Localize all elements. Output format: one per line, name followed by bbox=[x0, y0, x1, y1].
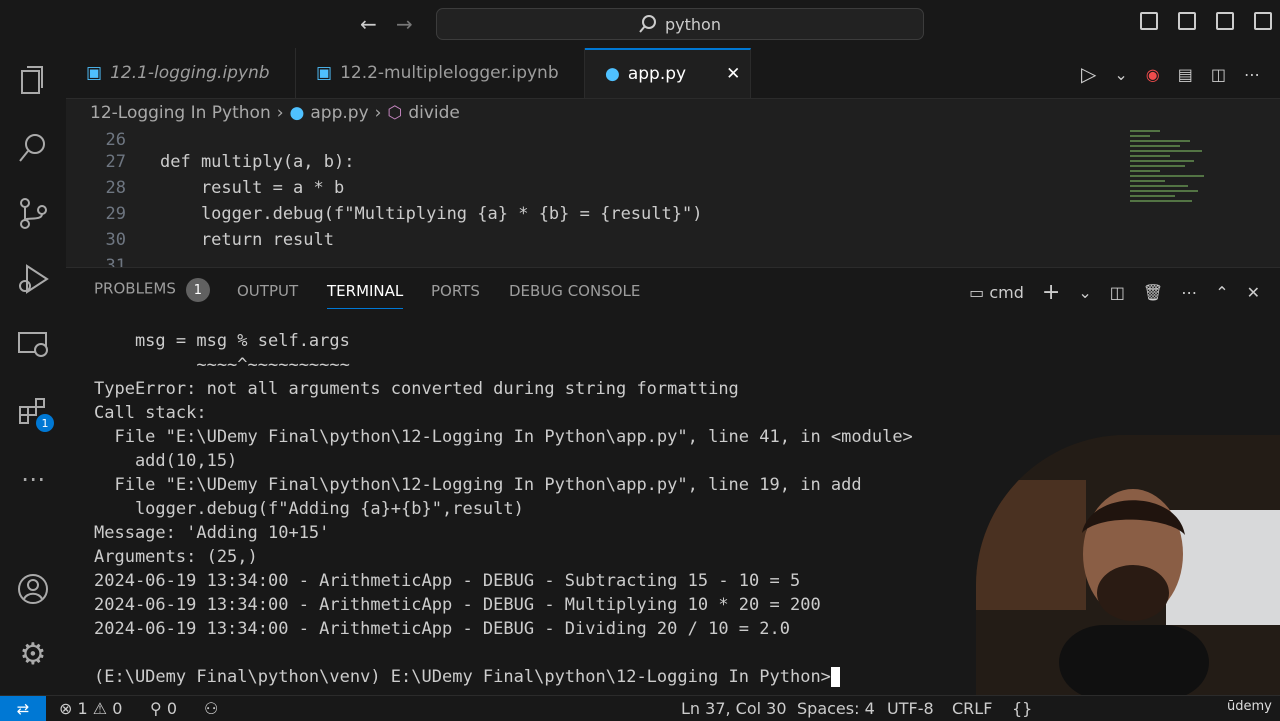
editor-tabs: ▣ 12.1-logging.ipynb ▣ 12.2-multiplelogger… bbox=[66, 48, 1280, 99]
source-control-icon[interactable] bbox=[16, 196, 50, 230]
errors-status[interactable]: ⊗ 1 ⚠ 0 bbox=[59, 699, 122, 718]
chevron-down-icon[interactable]: ⌄ bbox=[1078, 283, 1091, 302]
layout-controls bbox=[1140, 12, 1272, 30]
terminal-line: ~~~~^~~~~~~~~~~ bbox=[94, 355, 350, 375]
more-actions-icon[interactable]: ⋯ bbox=[1181, 283, 1197, 302]
forward-arrow-icon[interactable]: → bbox=[396, 12, 413, 36]
activity-bar: 1 ⋯ ⚙ bbox=[0, 48, 66, 695]
terminal-line: msg = msg % self.args bbox=[94, 331, 350, 351]
search-label: python bbox=[665, 14, 721, 34]
toggle-sidebar-icon[interactable] bbox=[1140, 12, 1158, 30]
breadcrumb-symbol[interactable]: divide bbox=[408, 103, 460, 123]
extensions-icon[interactable]: 1 bbox=[16, 394, 54, 432]
terminal-line: 2024-06-19 13:34:00 - ArithmeticApp - DE… bbox=[94, 595, 821, 615]
terminal-line: File "E:\UDemy Final\python\12-Logging I… bbox=[94, 427, 913, 447]
encoding-status[interactable]: UTF-8 bbox=[887, 699, 934, 718]
close-icon[interactable]: ✕ bbox=[726, 64, 740, 84]
close-panel-icon[interactable]: ✕ bbox=[1247, 283, 1260, 302]
python-file-icon: ● bbox=[289, 103, 305, 123]
terminal-line: 2024-06-19 13:34:00 - ArithmeticApp - DE… bbox=[94, 619, 790, 639]
explorer-icon[interactable] bbox=[16, 63, 50, 97]
code-text: def multiply(a, b): bbox=[160, 152, 355, 172]
line-ending-status[interactable]: CRLF bbox=[952, 699, 992, 718]
tab-multiplelogger-notebook[interactable]: ▣ 12.2-multiplelogger.ipynb bbox=[296, 48, 585, 98]
tab-app-py[interactable]: ● app.py ✕ bbox=[585, 48, 751, 98]
split-editor-icon[interactable]: ◫ bbox=[1211, 65, 1226, 84]
search-icon[interactable] bbox=[16, 130, 50, 164]
terminal-line: Message: 'Adding 10+15' bbox=[94, 523, 330, 543]
tab-terminal[interactable]: TERMINAL bbox=[327, 282, 404, 309]
course-watermark: ūdemy bbox=[1227, 699, 1272, 714]
chevron-right-icon: › bbox=[374, 103, 382, 123]
terminal-line: Call stack: bbox=[94, 403, 207, 423]
terminal-line: Arguments: (25,) bbox=[94, 547, 258, 567]
panel-header: PROBLEMS 1 OUTPUT TERMINAL PORTS DEBUG CO… bbox=[66, 267, 1280, 316]
editor-actions: ▷ ⌄ ◉ ▤ ◫ ⋯ bbox=[1081, 62, 1260, 86]
ports-status[interactable]: ⚲ 0 bbox=[150, 699, 177, 718]
terminal-line: logger.debug(f"Adding {a}+{b}",result) bbox=[94, 499, 524, 519]
debug-status-icon[interactable]: ⚇ bbox=[204, 699, 218, 718]
tab-logging-notebook[interactable]: ▣ 12.1-logging.ipynb bbox=[66, 48, 296, 98]
command-search-box[interactable]: python bbox=[436, 8, 924, 40]
accounts-icon[interactable] bbox=[16, 572, 50, 606]
breadcrumb-folder[interactable]: 12-Logging In Python bbox=[90, 103, 271, 123]
method-icon: ⬡ bbox=[387, 103, 403, 123]
more-actions-icon[interactable]: ⋯ bbox=[1244, 65, 1260, 84]
run-icon[interactable]: ▷ bbox=[1081, 62, 1096, 86]
tab-output[interactable]: OUTPUT bbox=[237, 282, 298, 300]
terminal-line: File "E:\UDemy Final\python\12-Logging I… bbox=[94, 475, 862, 495]
code-text: logger.debug(f"Multiplying {a} * {b} = {… bbox=[160, 204, 703, 224]
terminal-shell-selector[interactable]: ▭ cmd bbox=[969, 283, 1024, 302]
settings-gear-icon[interactable]: ⚙ bbox=[16, 637, 50, 672]
chevron-down-icon[interactable]: ⌄ bbox=[1114, 65, 1127, 84]
text-cursor bbox=[830, 667, 840, 687]
terminal-line: add(10,15) bbox=[94, 451, 238, 471]
customize-layout-icon[interactable] bbox=[1254, 12, 1272, 30]
maximize-panel-icon[interactable]: ⌃ bbox=[1215, 283, 1228, 302]
python-file-icon: ● bbox=[605, 64, 620, 84]
chevron-right-icon: › bbox=[276, 103, 284, 123]
tab-debug-console[interactable]: DEBUG CONSOLE bbox=[509, 282, 640, 300]
toggle-secondary-sidebar-icon[interactable] bbox=[1216, 12, 1234, 30]
notebook-icon: ▣ bbox=[86, 63, 103, 83]
more-views-icon[interactable]: ⋯ bbox=[16, 462, 50, 496]
notebook-icon: ▣ bbox=[316, 63, 333, 83]
split-terminal-icon[interactable]: ◫ bbox=[1110, 283, 1125, 302]
run-debug-icon[interactable] bbox=[16, 262, 50, 296]
copilot-icon[interactable]: ◉ bbox=[1146, 65, 1160, 84]
back-arrow-icon[interactable]: ← bbox=[360, 12, 377, 36]
terminal-prompt: (E:\UDemy Final\python\venv) E:\UDemy Fi… bbox=[94, 667, 831, 687]
cursor-position[interactable]: Ln 37, Col 30 bbox=[681, 699, 787, 718]
code-text: return result bbox=[160, 230, 334, 250]
remote-explorer-icon[interactable] bbox=[16, 328, 50, 362]
breadcrumb: 12-Logging In Python › ● app.py › ⬡ divide bbox=[90, 99, 460, 127]
trash-icon[interactable]: 🗑 bbox=[1143, 283, 1163, 302]
remote-indicator-icon[interactable]: ⇄ bbox=[0, 696, 46, 721]
indentation-status[interactable]: Spaces: 4 bbox=[797, 699, 875, 718]
code-editor[interactable]: 26 27 def multiply(a, b): 28 result = a *… bbox=[66, 127, 1280, 267]
problems-count: 1 bbox=[185, 278, 210, 302]
terminal-line: 2024-06-19 13:34:00 - ArithmeticApp - DE… bbox=[94, 571, 801, 591]
terminal-icon: ▭ bbox=[969, 283, 985, 302]
compare-icon[interactable]: ▤ bbox=[1178, 65, 1193, 84]
panel-tools: ▭ cmd + ⌄ ◫ 🗑 ⋯ ⌃ ✕ bbox=[969, 280, 1260, 305]
tab-problems[interactable]: PROBLEMS 1 bbox=[94, 278, 210, 302]
terminal-line: TypeError: not all arguments converted d… bbox=[94, 379, 739, 399]
title-bar: ← → python bbox=[0, 0, 1280, 48]
terminal-prompt-line: (E:\UDemy Final\python\venv) E:\UDemy Fi… bbox=[94, 665, 840, 689]
add-terminal-icon[interactable]: + bbox=[1042, 280, 1060, 305]
tab-ports[interactable]: PORTS bbox=[431, 282, 480, 300]
minimap[interactable] bbox=[1130, 127, 1220, 252]
toggle-panel-icon[interactable] bbox=[1178, 12, 1196, 30]
language-braces-icon[interactable]: {} bbox=[1012, 699, 1032, 718]
search-icon bbox=[639, 15, 657, 33]
extensions-badge: 1 bbox=[36, 414, 54, 432]
status-bar: ⇄ ⊗ 1 ⚠ 0 ⚲ 0 ⚇ Ln 37, Col 30 Spaces: 4 … bbox=[0, 695, 1280, 721]
code-text: result = a * b bbox=[160, 178, 345, 198]
breadcrumb-file[interactable]: app.py bbox=[310, 103, 368, 123]
